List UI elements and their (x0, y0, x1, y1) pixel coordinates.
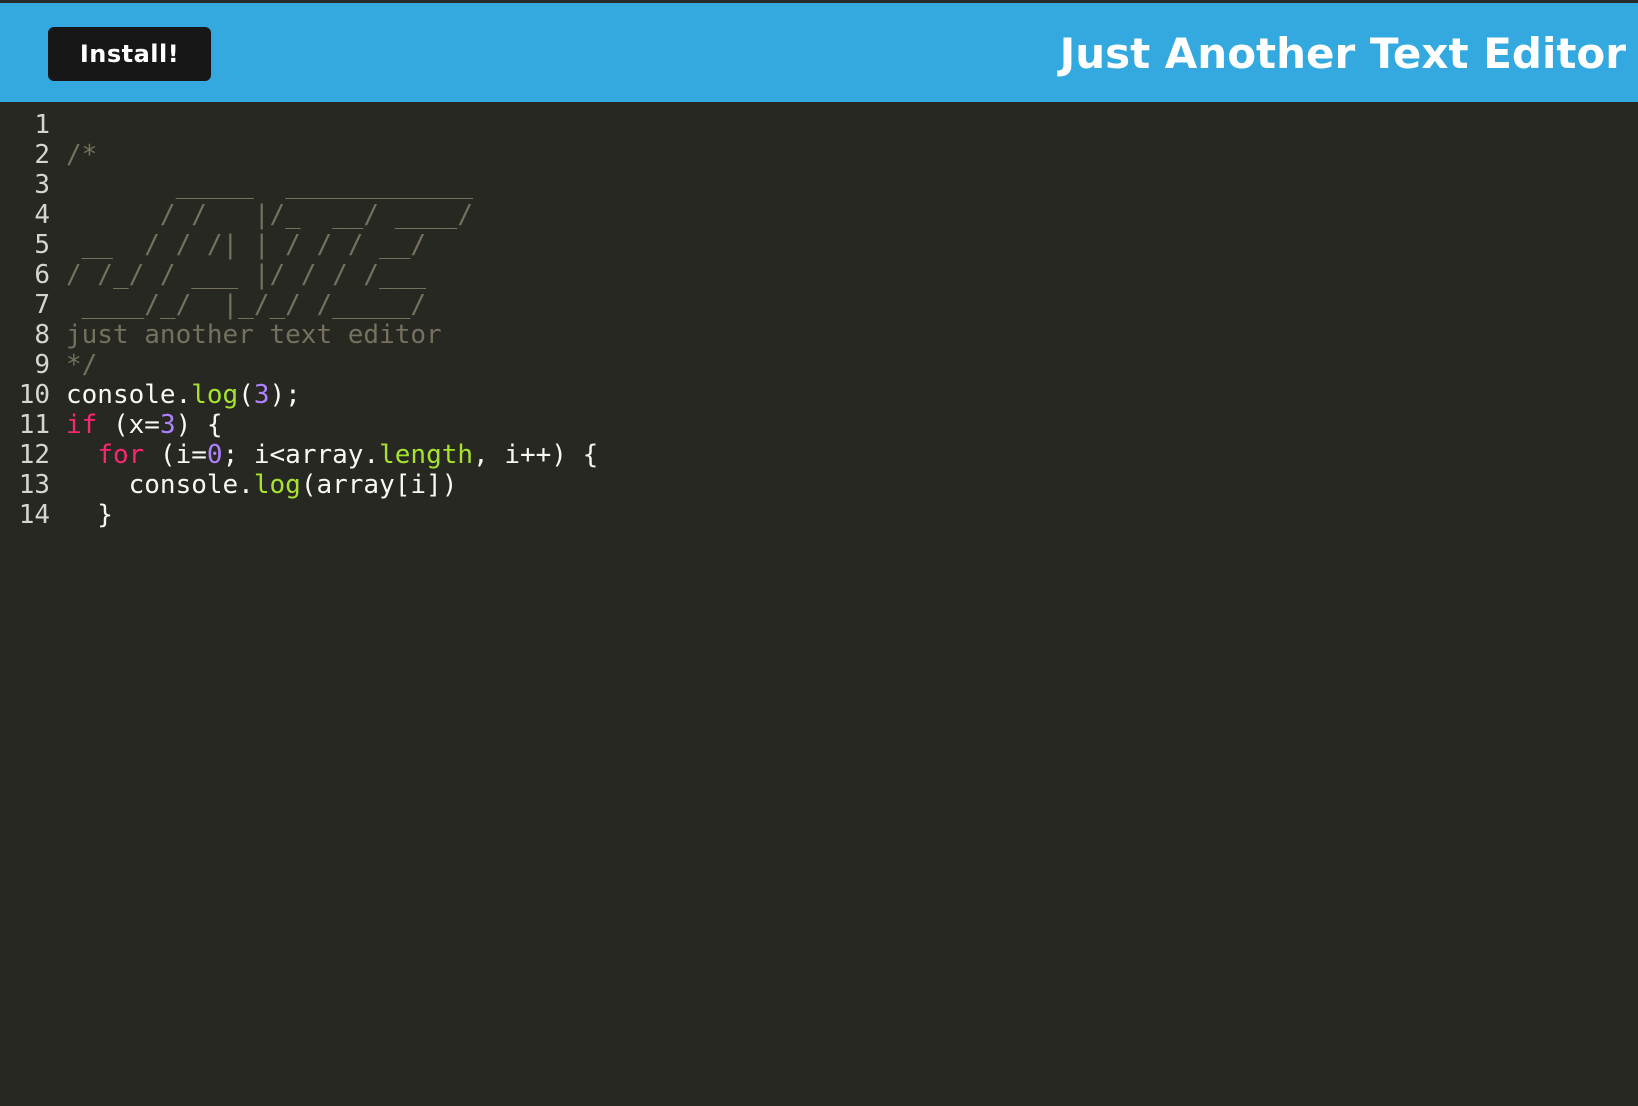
code-token-prop: length (379, 440, 474, 470)
code-editor[interactable]: 1 2/* 3 _____ ____________ 4 / / |/_ __/ __… (0, 102, 1638, 1106)
code-token-comment: /* (66, 140, 98, 170)
code-token-plain: (array[i]) (300, 470, 458, 500)
line-text[interactable]: _____ ____________ (50, 170, 473, 200)
line-number: 12 (18, 440, 50, 470)
code-token-number: 0 (206, 440, 223, 470)
code-token-keyword: for (97, 440, 145, 470)
app-header: Install! Just Another Text Editor (0, 3, 1638, 102)
code-line[interactable]: 10 console.log(3); (0, 380, 598, 410)
code-token-plain: console. (66, 380, 192, 410)
line-text[interactable]: / /_/ / ___ |/ / / /___ (50, 260, 426, 290)
code-token-plain: , i++) { (473, 440, 599, 470)
code-token-comment: just another text editor (66, 320, 442, 350)
code-line[interactable]: 6 / /_/ / ___ |/ / / /___ (0, 260, 598, 290)
code-token-number: 3 (159, 410, 176, 440)
line-text[interactable]: /* (50, 140, 97, 170)
code-token-plain: } (66, 500, 113, 530)
code-token-keyword: if (66, 410, 98, 440)
code-token-plain: (i= (144, 440, 207, 470)
code-token-plain: ) { (175, 410, 223, 440)
line-text[interactable]: console.log(array[i]) (50, 470, 458, 500)
code-token-prop: log (191, 380, 239, 410)
line-text[interactable] (50, 110, 66, 140)
line-text[interactable]: */ (50, 350, 97, 380)
code-token-plain: ); (269, 380, 301, 410)
code-line[interactable]: 11 if (x=3) { (0, 410, 598, 440)
line-number: 1 (34, 110, 50, 140)
line-text[interactable]: __ / / /| | / / / __/ (50, 230, 426, 260)
line-number: 9 (34, 350, 50, 380)
code-line[interactable]: 9 */ (0, 350, 598, 380)
line-number: 7 (34, 290, 50, 320)
code-line[interactable]: 13 console.log(array[i]) (0, 470, 598, 500)
line-number: 2 (34, 140, 50, 170)
line-number: 11 (18, 410, 50, 440)
code-line[interactable]: 12 for (i=0; i<array.length, i++) { (0, 440, 599, 470)
code-line[interactable]: 14 } (0, 500, 598, 530)
line-number: 5 (34, 230, 50, 260)
line-number: 14 (18, 500, 50, 530)
code-token-plain: ( (238, 380, 254, 410)
line-number: 10 (18, 380, 50, 410)
code-token-comment: / / |/_ __/ ____/ (66, 200, 473, 230)
line-text[interactable]: just another text editor (50, 320, 442, 350)
code-token-plain: console. (66, 470, 254, 500)
app-title: Just Another Text Editor (1059, 29, 1626, 78)
code-lines: 1 2/* 3 _____ ____________ 4 / / |/_ __/ __… (0, 110, 599, 530)
line-number: 4 (34, 200, 50, 230)
code-token-comment: */ (66, 350, 98, 380)
line-text[interactable]: for (i=0; i<array.length, i++) { (50, 440, 598, 470)
line-text[interactable]: if (x=3) { (50, 410, 223, 440)
line-text[interactable]: ____/_/ |_/_/ /_____/ (50, 290, 426, 320)
code-line[interactable]: 1 (0, 110, 598, 140)
line-number: 3 (34, 170, 50, 200)
code-token-comment: / /_/ / ___ |/ / / /___ (66, 260, 427, 290)
code-token-comment: _____ ____________ (66, 170, 473, 200)
code-line[interactable]: 7 ____/_/ |_/_/ /_____/ (0, 290, 598, 320)
line-number: 13 (18, 470, 50, 500)
code-line[interactable]: 8 just another text editor (0, 320, 598, 350)
code-token-plain: ; i<array. (222, 440, 380, 470)
code-token-plain: (x= (97, 410, 160, 440)
install-button[interactable]: Install! (48, 27, 211, 81)
code-token-comment: ____/_/ |_/_/ /_____/ (66, 290, 427, 320)
code-line[interactable]: 3 _____ ____________ (0, 170, 598, 200)
code-token-number: 3 (253, 380, 270, 410)
code-token-prop: log (253, 470, 301, 500)
line-text[interactable]: / / |/_ __/ ____/ (50, 200, 473, 230)
line-number: 6 (34, 260, 50, 290)
line-text[interactable]: console.log(3); (50, 380, 301, 410)
line-text[interactable]: } (50, 500, 113, 530)
code-line[interactable]: 5 __ / / /| | / / / __/ (0, 230, 598, 260)
code-line[interactable]: 2 /* (0, 140, 598, 170)
code-token-comment: __ / / /| | / / / __/ (66, 230, 427, 260)
line-number: 8 (34, 320, 50, 350)
code-line[interactable]: 4 / / |/_ __/ ____/ (0, 200, 598, 230)
